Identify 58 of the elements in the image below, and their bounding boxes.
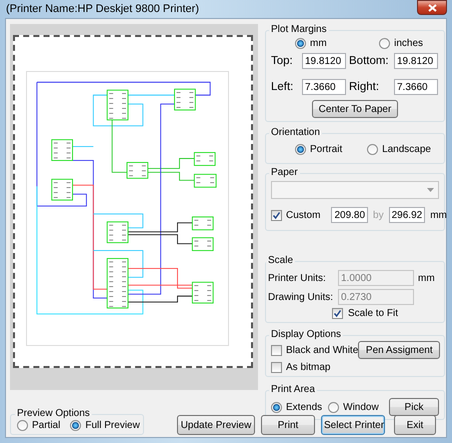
checkbox[interactable] <box>271 210 282 220</box>
checkbox[interactable] <box>271 362 282 373</box>
field-label: Right: <box>349 81 380 93</box>
input-field[interactable]: 7.3660 <box>302 79 346 95</box>
close-icon <box>428 4 436 12</box>
group-title: Scale <box>267 255 294 267</box>
dropdown-field[interactable] <box>271 181 439 199</box>
radio-button[interactable] <box>70 420 82 431</box>
input-field[interactable]: 296.92 <box>388 207 426 223</box>
group-title: Print Area <box>270 384 316 396</box>
group-title: Plot Margins <box>270 24 328 36</box>
radio-button[interactable] <box>295 38 306 49</box>
radio-label: Portrait <box>310 144 342 155</box>
checkbox[interactable] <box>332 308 343 319</box>
dialog-button[interactable]: Exit <box>394 415 436 435</box>
checkbox-label: Black and White <box>286 344 358 356</box>
radio-label: Window <box>343 402 379 412</box>
radio-label: mm <box>310 38 327 49</box>
radio-label: inches <box>394 38 423 49</box>
radio-button[interactable] <box>379 38 390 49</box>
checkbox[interactable] <box>271 344 282 356</box>
pen-assignment-button[interactable]: Pen Assigment <box>358 341 440 359</box>
field-label: Bottom: <box>349 55 390 67</box>
field-label: Drawing Units: <box>268 292 334 302</box>
group-title: Preview Options <box>16 408 91 420</box>
checkbox-label: Scale to Fit <box>348 308 398 319</box>
unit-label: mm <box>430 210 447 220</box>
dialog-button[interactable]: Select Printer <box>321 415 385 435</box>
input-field[interactable]: 209.80 <box>331 207 368 223</box>
input-field[interactable]: 7.3660 <box>394 79 438 95</box>
field-label: Top: <box>271 55 294 67</box>
caret-icon <box>427 188 434 192</box>
radio-label: Landscape <box>382 144 431 155</box>
field-label: Printer Units: <box>268 272 327 284</box>
close-button[interactable] <box>417 0 447 15</box>
input-field[interactable]: 19.8120 <box>302 53 346 69</box>
radio-label: Partial <box>32 420 60 431</box>
radio-label: Full Preview <box>85 420 140 431</box>
input-field[interactable]: 19.8120 <box>394 53 438 69</box>
radio-button[interactable] <box>328 402 340 412</box>
field-label: by <box>373 210 384 220</box>
radio-button[interactable] <box>271 402 282 412</box>
unit-label: mm <box>418 272 436 284</box>
radio-button[interactable] <box>295 144 306 155</box>
radio-label: Extends <box>286 402 322 412</box>
radio-button[interactable] <box>17 420 28 431</box>
pick-button[interactable]: Pick <box>389 398 439 416</box>
checkbox-label: Custom <box>286 210 320 220</box>
group-title: Paper <box>270 167 299 179</box>
checkbox-label: As bitmap <box>286 362 330 373</box>
group-title: Display Options <box>270 329 342 341</box>
field-label: Left: <box>271 81 294 93</box>
dialog-button[interactable]: Print <box>261 415 315 435</box>
group-title: Orientation <box>270 127 321 139</box>
dialog-button[interactable]: Update Preview <box>177 415 255 435</box>
center-to-paper-button[interactable]: Center To Paper <box>312 100 398 118</box>
window-title: (Printer Name:HP Deskjet 9800 Printer) <box>6 3 199 15</box>
radio-button[interactable] <box>367 144 378 155</box>
